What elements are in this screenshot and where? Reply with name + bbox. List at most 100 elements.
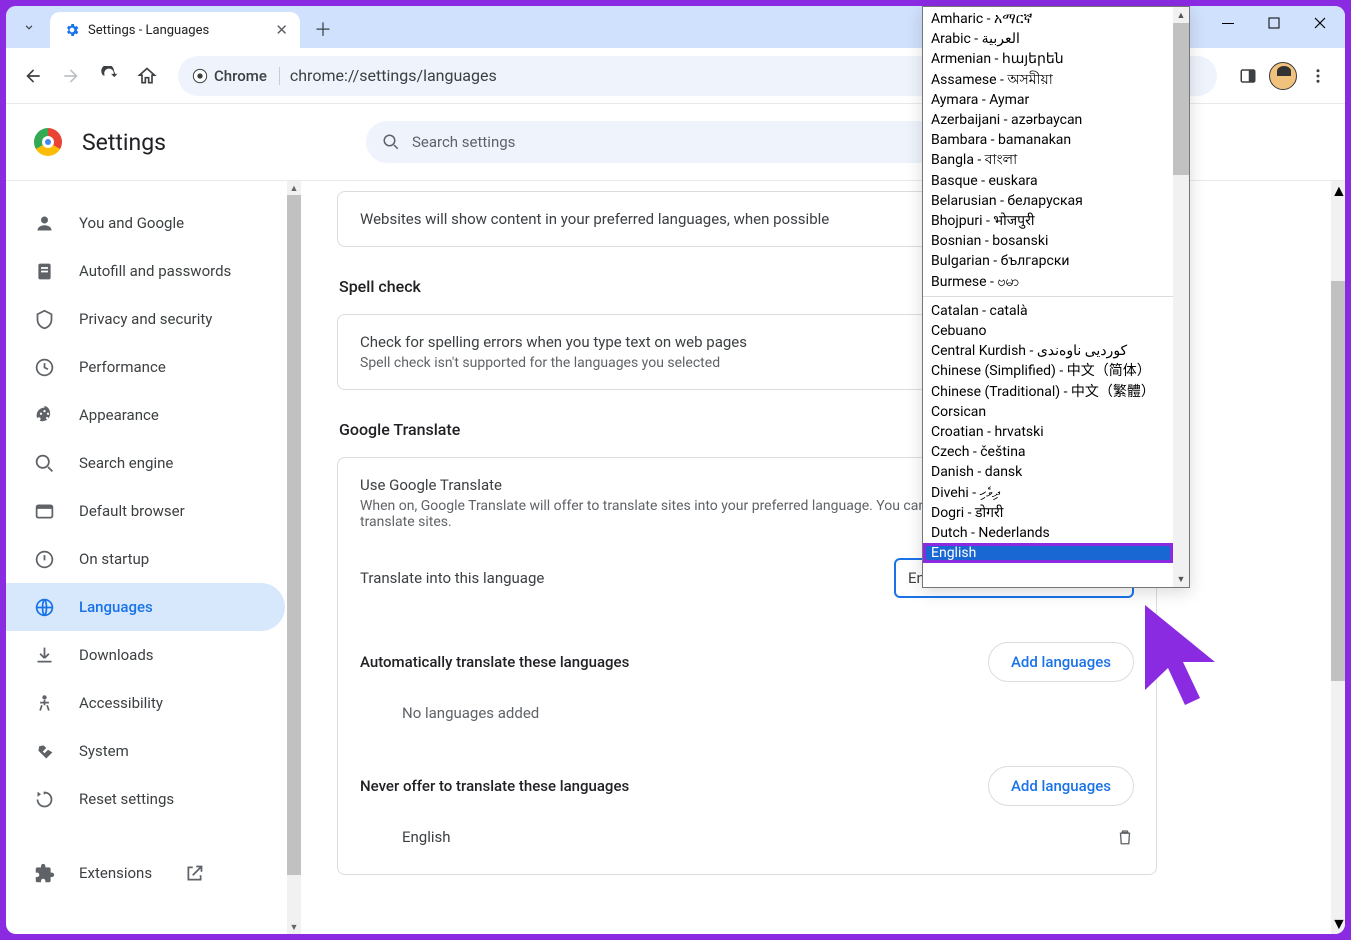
scroll-up-icon[interactable]: ▲ — [1173, 7, 1189, 23]
content-scroll-thumb[interactable] — [1331, 281, 1345, 681]
language-option[interactable]: Divehi - ދިވެހި — [923, 483, 1173, 503]
sidebar-item-label: Search engine — [79, 454, 173, 472]
home-button[interactable] — [130, 59, 164, 93]
language-option[interactable]: English — [923, 543, 1173, 563]
language-option[interactable]: Cebuano — [923, 321, 1173, 341]
scroll-up-icon[interactable]: ▲ — [1331, 181, 1345, 201]
palette-icon — [34, 405, 55, 426]
sidebar-item-search-engine[interactable]: Search engine — [6, 439, 285, 487]
accessibility-icon — [34, 693, 55, 714]
window-minimize-button[interactable] — [1205, 6, 1251, 40]
reload-button[interactable] — [92, 59, 126, 93]
language-option[interactable]: Central Kurdish - کوردیی ناوەندی — [923, 341, 1173, 361]
delete-language-button[interactable] — [1116, 828, 1134, 846]
scroll-down-icon[interactable]: ▼ — [1173, 571, 1189, 587]
browser-tab[interactable]: Settings - Languages ✕ — [50, 12, 300, 48]
sidebar-item-label: Downloads — [79, 646, 154, 664]
language-option[interactable]: Catalan - català — [923, 301, 1173, 321]
language-option[interactable]: Azerbaijani - azərbaycan — [923, 110, 1173, 130]
gear-icon — [64, 22, 80, 38]
language-option[interactable]: Chinese (Simplified) - 中文（简体） — [923, 361, 1173, 381]
wrench-icon — [34, 741, 55, 762]
side-panel-button[interactable] — [1231, 59, 1265, 93]
sidebar-item-label: Appearance — [79, 406, 159, 424]
back-button[interactable] — [16, 59, 50, 93]
sidebar-item-label: Performance — [79, 358, 166, 376]
sidebar-item-on-startup[interactable]: On startup — [6, 535, 285, 583]
sidebar-item-label: Reset settings — [79, 790, 174, 808]
site-chip[interactable]: Chrome — [192, 67, 280, 85]
sidebar-item-label: System — [79, 742, 129, 760]
sidebar-item-label: Privacy and security — [79, 310, 212, 328]
language-option[interactable]: Assamese - অসমীয়া — [923, 70, 1173, 90]
sidebar-item-appearance[interactable]: Appearance — [6, 391, 285, 439]
no-languages-text: No languages added — [360, 704, 1134, 722]
sidebar-item-you-and-google[interactable]: You and Google — [6, 199, 285, 247]
language-option[interactable]: Chinese (Traditional) - 中文（繁體） — [923, 382, 1173, 402]
sidebar-item-label: Languages — [79, 598, 153, 616]
trash-icon — [1116, 828, 1134, 846]
scroll-down-icon[interactable]: ▼ — [1331, 914, 1345, 934]
language-option[interactable]: Arabic - العربية — [923, 29, 1173, 49]
sidebar-item-label: You and Google — [79, 214, 184, 232]
language-dropdown[interactable]: Amharic - አማርኛArabic - العربيةArmenian -… — [922, 6, 1190, 588]
reset-icon — [34, 789, 55, 810]
scroll-down-icon[interactable]: ▼ — [287, 920, 301, 934]
scroll-up-icon[interactable]: ▲ — [287, 181, 301, 195]
chrome-logo-icon — [34, 128, 62, 156]
add-languages-button-never[interactable]: Add languages — [988, 766, 1134, 806]
person-icon — [34, 213, 55, 234]
language-option[interactable]: Basque - euskara — [923, 171, 1173, 191]
sidebar-item-system[interactable]: System — [6, 727, 285, 775]
close-tab-button[interactable]: ✕ — [275, 21, 288, 39]
speedometer-icon — [34, 357, 55, 378]
language-option[interactable]: Corsican — [923, 402, 1173, 422]
sidebar-item-label: Default browser — [79, 502, 185, 520]
language-option[interactable]: Bulgarian - български — [923, 251, 1173, 271]
sidebar-item-reset-settings[interactable]: Reset settings — [6, 775, 285, 823]
language-option[interactable]: Croatian - hrvatski — [923, 422, 1173, 442]
sidebar-scrollbar[interactable]: ▲ ▼ — [287, 181, 301, 934]
language-option[interactable]: Czech - čeština — [923, 442, 1173, 462]
content-scrollbar[interactable]: ▲ ▼ — [1331, 181, 1345, 934]
language-option[interactable]: Amharic - አማርኛ — [923, 9, 1173, 29]
language-option[interactable]: Armenian - հայերեն — [923, 49, 1173, 69]
dropdown-scrollbar[interactable]: ▲ ▼ — [1173, 7, 1189, 587]
profile-avatar[interactable] — [1269, 62, 1297, 90]
search-icon — [382, 133, 400, 151]
sidebar-item-label: Autofill and passwords — [79, 262, 231, 280]
language-option[interactable]: Dogri - डोगरी — [923, 503, 1173, 523]
add-languages-button-auto[interactable]: Add languages — [988, 642, 1134, 682]
language-option[interactable]: Dutch - Nederlands — [923, 523, 1173, 543]
sidebar-item-performance[interactable]: Performance — [6, 343, 285, 391]
window-close-button[interactable] — [1297, 6, 1343, 40]
dropdown-scroll-thumb[interactable] — [1173, 23, 1189, 175]
preferred-languages-text: Websites will show content in your prefe… — [360, 210, 829, 228]
chrome-icon — [192, 68, 208, 84]
sidebar-item-autofill-and-passwords[interactable]: Autofill and passwords — [6, 247, 285, 295]
window-maximize-button[interactable] — [1251, 6, 1297, 40]
sidebar-item-default-browser[interactable]: Default browser — [6, 487, 285, 535]
language-option[interactable]: Danish - dansk — [923, 462, 1173, 482]
sidebar-item-downloads[interactable]: Downloads — [6, 631, 285, 679]
sidebar-item-privacy-and-security[interactable]: Privacy and security — [6, 295, 285, 343]
language-option[interactable]: Bangla - বাংলা — [923, 150, 1173, 170]
sidebar-item-extensions[interactable]: Extensions — [6, 849, 285, 897]
site-chip-label: Chrome — [214, 67, 267, 85]
sidebar-scroll-thumb[interactable] — [287, 195, 301, 875]
forward-button[interactable] — [54, 59, 88, 93]
never-translate-item: English — [402, 828, 451, 846]
browser-menu-button[interactable] — [1301, 59, 1335, 93]
language-option[interactable]: Aymara - Aymar — [923, 90, 1173, 110]
language-option[interactable]: Bosnian - bosanski — [923, 231, 1173, 251]
language-option[interactable]: Bhojpuri - भोजपुरी — [923, 211, 1173, 231]
sidebar-item-languages[interactable]: Languages — [6, 583, 285, 631]
language-option[interactable]: Bambara - bamanakan — [923, 130, 1173, 150]
language-option[interactable]: Burmese - ဗမာ — [923, 272, 1173, 292]
language-option[interactable]: Belarusian - беларуская — [923, 191, 1173, 211]
translate-into-label: Translate into this language — [360, 569, 544, 587]
sidebar-item-accessibility[interactable]: Accessibility — [6, 679, 285, 727]
tabs-dropdown-button[interactable] — [14, 12, 44, 42]
sidebar-item-label: Accessibility — [79, 694, 163, 712]
new-tab-button[interactable]: ＋ — [308, 14, 338, 44]
